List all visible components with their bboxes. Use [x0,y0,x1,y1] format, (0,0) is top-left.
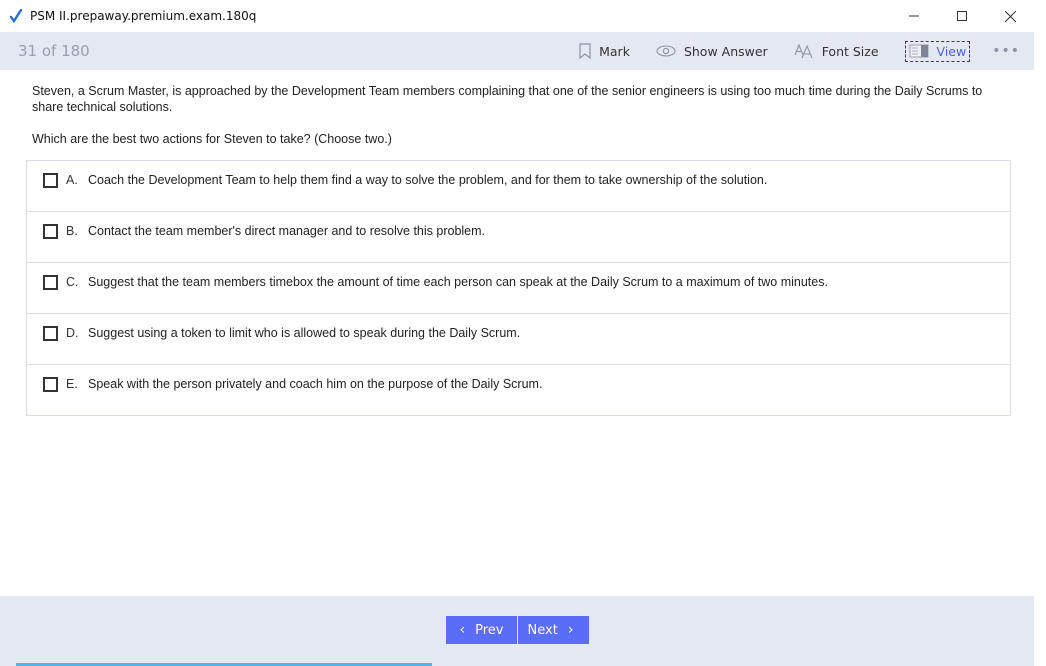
chevron-right-icon: › [567,622,574,638]
checkbox-c[interactable] [43,274,58,290]
answer-option-e[interactable]: E. Speak with the person privately and c… [27,365,1010,415]
mark-button[interactable]: Mark [579,43,630,59]
prev-button[interactable]: ‹ Prev [446,616,517,644]
view-layout-icon [909,44,929,58]
question-text: Steven, a Scrum Master, is approached by… [32,84,983,114]
option-letter: A. [66,173,78,187]
minimize-icon [909,15,919,17]
option-letter: D. [66,326,79,340]
question-instruction: Which are the best two actions for Steve… [32,132,392,146]
font-size-icon [794,43,813,59]
more-icon: ••• [992,43,1020,59]
option-letter: E. [66,377,78,391]
answer-option-d[interactable]: D. Suggest using a token to limit who is… [27,314,1010,365]
show-answer-button[interactable]: Show Answer [656,44,768,59]
checkbox-b[interactable] [43,223,58,239]
title-bar: PSM II.prepaway.premium.exam.180q [0,0,1034,32]
close-icon [1004,10,1016,22]
option-letter: C. [66,275,79,289]
app-window: PSM II.prepaway.premium.exam.180q 31 of … [0,0,1034,666]
answer-option-a[interactable]: A. Coach the Development Team to help th… [27,161,1010,212]
eye-icon [656,45,676,57]
close-button[interactable] [986,0,1034,32]
more-options-button[interactable]: ••• [992,43,1020,59]
answer-options: A. Coach the Development Team to help th… [26,160,1011,416]
font-size-label: Font Size [821,43,879,59]
checkbox-d[interactable] [43,325,58,341]
navigation-footer: ‹ Prev Next › [0,596,1034,666]
option-text: Coach the Development Team to help them … [88,173,768,187]
chevron-left-icon: ‹ [459,622,466,638]
exam-toolbar: 31 of 180 Mark Show Answer Font Size Vie… [0,32,1034,70]
bookmark-icon [579,43,591,59]
mark-label: Mark [599,43,630,59]
next-button[interactable]: Next › [518,616,589,644]
font-size-button[interactable]: Font Size [794,43,879,59]
show-answer-label: Show Answer [683,43,768,59]
option-text: Suggest that the team members timebox th… [88,275,828,289]
option-text: Contact the team member's direct manager… [88,224,486,238]
answer-option-b[interactable]: B. Contact the team member's direct mana… [27,212,1010,263]
view-label: View [936,43,967,59]
prev-label: Prev [475,622,504,638]
view-button[interactable]: View [904,40,971,62]
app-logo-check-icon [10,8,24,24]
option-text: Speak with the person privately and coac… [88,377,543,391]
option-letter: B. [66,224,78,238]
maximize-button[interactable] [938,0,986,32]
option-text: Suggest using a token to limit who is al… [88,326,521,340]
answer-option-c[interactable]: C. Suggest that the team members timebox… [27,263,1010,314]
window-title: PSM II.prepaway.premium.exam.180q [30,9,257,23]
question-counter: 31 of 180 [18,42,90,60]
checkbox-a[interactable] [43,172,58,188]
maximize-icon [957,11,967,21]
minimize-button[interactable] [890,0,938,32]
question-panel: Steven, a Scrum Master, is approached by… [0,70,1034,596]
checkbox-e[interactable] [43,376,58,392]
next-label: Next [527,622,558,638]
